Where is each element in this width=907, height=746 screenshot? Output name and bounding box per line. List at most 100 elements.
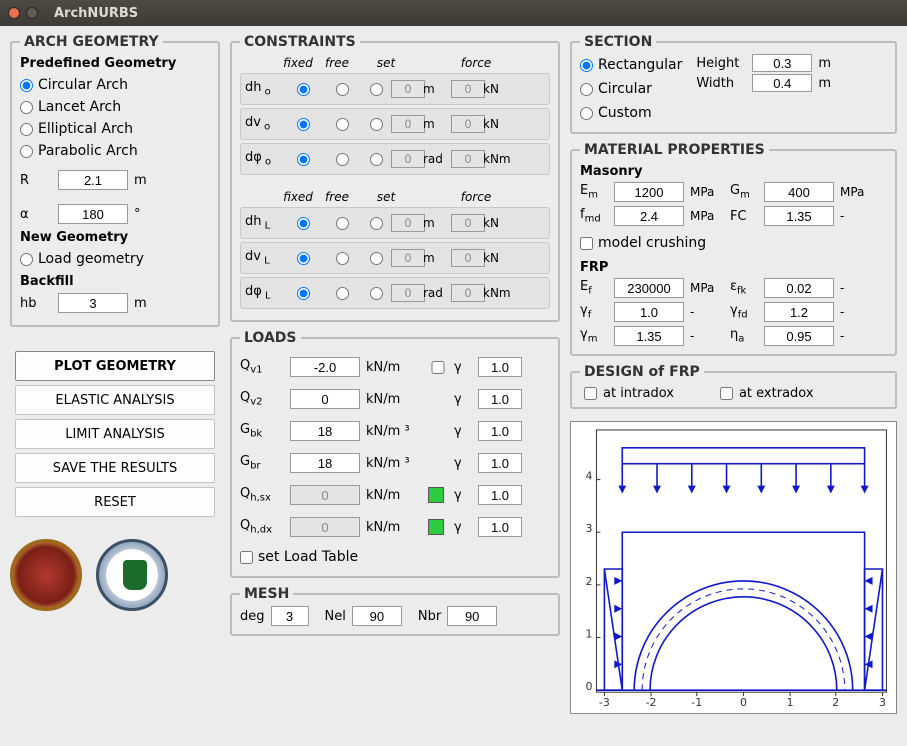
check-extradox[interactable]: [720, 387, 733, 400]
input-deg[interactable]: [271, 606, 309, 626]
radio-section-custom[interactable]: [580, 107, 593, 120]
input-Em[interactable]: [614, 182, 684, 202]
input-gfd[interactable]: [764, 302, 834, 322]
radio-section-circular[interactable]: [580, 83, 593, 96]
radio-constraint-fixed[interactable]: [297, 118, 310, 131]
input-hb[interactable]: [58, 293, 128, 313]
input-constraint-set[interactable]: [391, 214, 425, 232]
input-gf[interactable]: [614, 302, 684, 322]
input-constraint-set[interactable]: [391, 115, 425, 133]
input-constraint-force[interactable]: [451, 150, 485, 168]
svg-text:0: 0: [586, 680, 593, 693]
constraint-row: dv L m kN: [240, 242, 550, 274]
limit-analysis-button[interactable]: LIMIT ANALYSIS: [15, 419, 215, 449]
radio-parabolic-arch[interactable]: [20, 145, 33, 158]
unit-height: m: [818, 56, 831, 71]
check-intradox[interactable]: [584, 387, 597, 400]
radio-constraint-fixed[interactable]: [297, 217, 310, 230]
input-constraint-force[interactable]: [451, 214, 485, 232]
check-set-load-table[interactable]: [240, 551, 253, 564]
svg-text:2: 2: [586, 575, 593, 588]
input-constraint-force[interactable]: [451, 80, 485, 98]
green-indicator-icon: [428, 519, 444, 535]
input-constraint-set[interactable]: [391, 249, 425, 267]
university-seal-2-icon: [96, 539, 168, 611]
input-Gm[interactable]: [764, 182, 834, 202]
radio-constraint-set[interactable]: [370, 118, 383, 131]
radio-constraint-set[interactable]: [370, 287, 383, 300]
radio-constraint-set[interactable]: [370, 83, 383, 96]
radio-constraint-fixed[interactable]: [297, 287, 310, 300]
input-nbr[interactable]: [447, 606, 497, 626]
input-constraint-set[interactable]: [391, 80, 425, 98]
unit-constraint-set: m: [421, 216, 451, 230]
radio-elliptical-arch[interactable]: [20, 123, 33, 136]
label-gf: γf: [580, 303, 608, 321]
input-R[interactable]: [58, 170, 128, 190]
unit-Ef: MPa: [690, 281, 724, 295]
input-alpha[interactable]: [58, 204, 128, 224]
input-load-gamma[interactable]: [478, 421, 522, 441]
input-load-value[interactable]: [290, 389, 360, 409]
input-constraint-force[interactable]: [451, 115, 485, 133]
minimize-icon[interactable]: [26, 7, 38, 19]
input-constraint-force[interactable]: [451, 249, 485, 267]
radio-constraint-free[interactable]: [336, 287, 349, 300]
check-load[interactable]: [428, 361, 448, 374]
label-gamma: γ: [454, 360, 472, 375]
radio-constraint-fixed[interactable]: [297, 252, 310, 265]
input-load-value[interactable]: [290, 421, 360, 441]
radio-constraint-free[interactable]: [336, 83, 349, 96]
constraint-label: dφ o: [245, 150, 283, 168]
geometry-plot: 0 1 2 3 4 -3 -2 -1 0 1 2 3: [570, 421, 897, 714]
input-load-gamma[interactable]: [478, 357, 522, 377]
constraint-label: dv o: [245, 115, 283, 133]
radio-lancet-arch[interactable]: [20, 101, 33, 114]
check-model-crushing[interactable]: [580, 237, 593, 250]
radio-section-rectangular[interactable]: [580, 59, 593, 72]
unit-load: kN/m: [366, 360, 422, 375]
input-load-gamma[interactable]: [478, 517, 522, 537]
input-FC[interactable]: [764, 206, 834, 226]
input-load-gamma[interactable]: [478, 453, 522, 473]
plot-geometry-button[interactable]: PLOT GEOMETRY: [15, 351, 215, 381]
load-row: Qv2 kN/m γ: [240, 384, 550, 414]
radio-circular-arch[interactable]: [20, 79, 33, 92]
unit-gfd: -: [840, 305, 864, 319]
unit-constraint-force: kN: [481, 117, 541, 131]
input-constraint-force[interactable]: [451, 284, 485, 302]
label-Ef: Ef: [580, 279, 608, 297]
input-height[interactable]: [752, 54, 812, 72]
label-elliptical-arch: Elliptical Arch: [38, 121, 133, 137]
input-load-gamma[interactable]: [478, 485, 522, 505]
unit-constraint-set: rad: [421, 286, 451, 300]
save-results-button[interactable]: SAVE THE RESULTS: [15, 453, 215, 483]
radio-load-geometry[interactable]: [20, 253, 33, 266]
input-nel[interactable]: [352, 606, 402, 626]
input-load-gamma[interactable]: [478, 389, 522, 409]
input-fmd[interactable]: [614, 206, 684, 226]
radio-constraint-free[interactable]: [336, 217, 349, 230]
radio-constraint-free[interactable]: [336, 153, 349, 166]
input-Ef[interactable]: [614, 278, 684, 298]
input-width[interactable]: [752, 74, 812, 92]
svg-text:1: 1: [787, 696, 794, 709]
radio-constraint-fixed[interactable]: [297, 83, 310, 96]
input-efk[interactable]: [764, 278, 834, 298]
radio-constraint-set[interactable]: [370, 217, 383, 230]
radio-constraint-free[interactable]: [336, 118, 349, 131]
input-constraint-set[interactable]: [391, 150, 425, 168]
close-icon[interactable]: [8, 7, 20, 19]
reset-button[interactable]: RESET: [15, 487, 215, 517]
radio-constraint-free[interactable]: [336, 252, 349, 265]
input-constraint-set[interactable]: [391, 284, 425, 302]
input-gm[interactable]: [614, 326, 684, 346]
input-load-value[interactable]: [290, 453, 360, 473]
input-na[interactable]: [764, 326, 834, 346]
radio-constraint-fixed[interactable]: [297, 153, 310, 166]
input-load-value[interactable]: [290, 357, 360, 377]
elastic-analysis-button[interactable]: ELASTIC ANALYSIS: [15, 385, 215, 415]
radio-constraint-set[interactable]: [370, 153, 383, 166]
radio-constraint-set[interactable]: [370, 252, 383, 265]
label-gm: γm: [580, 327, 608, 345]
